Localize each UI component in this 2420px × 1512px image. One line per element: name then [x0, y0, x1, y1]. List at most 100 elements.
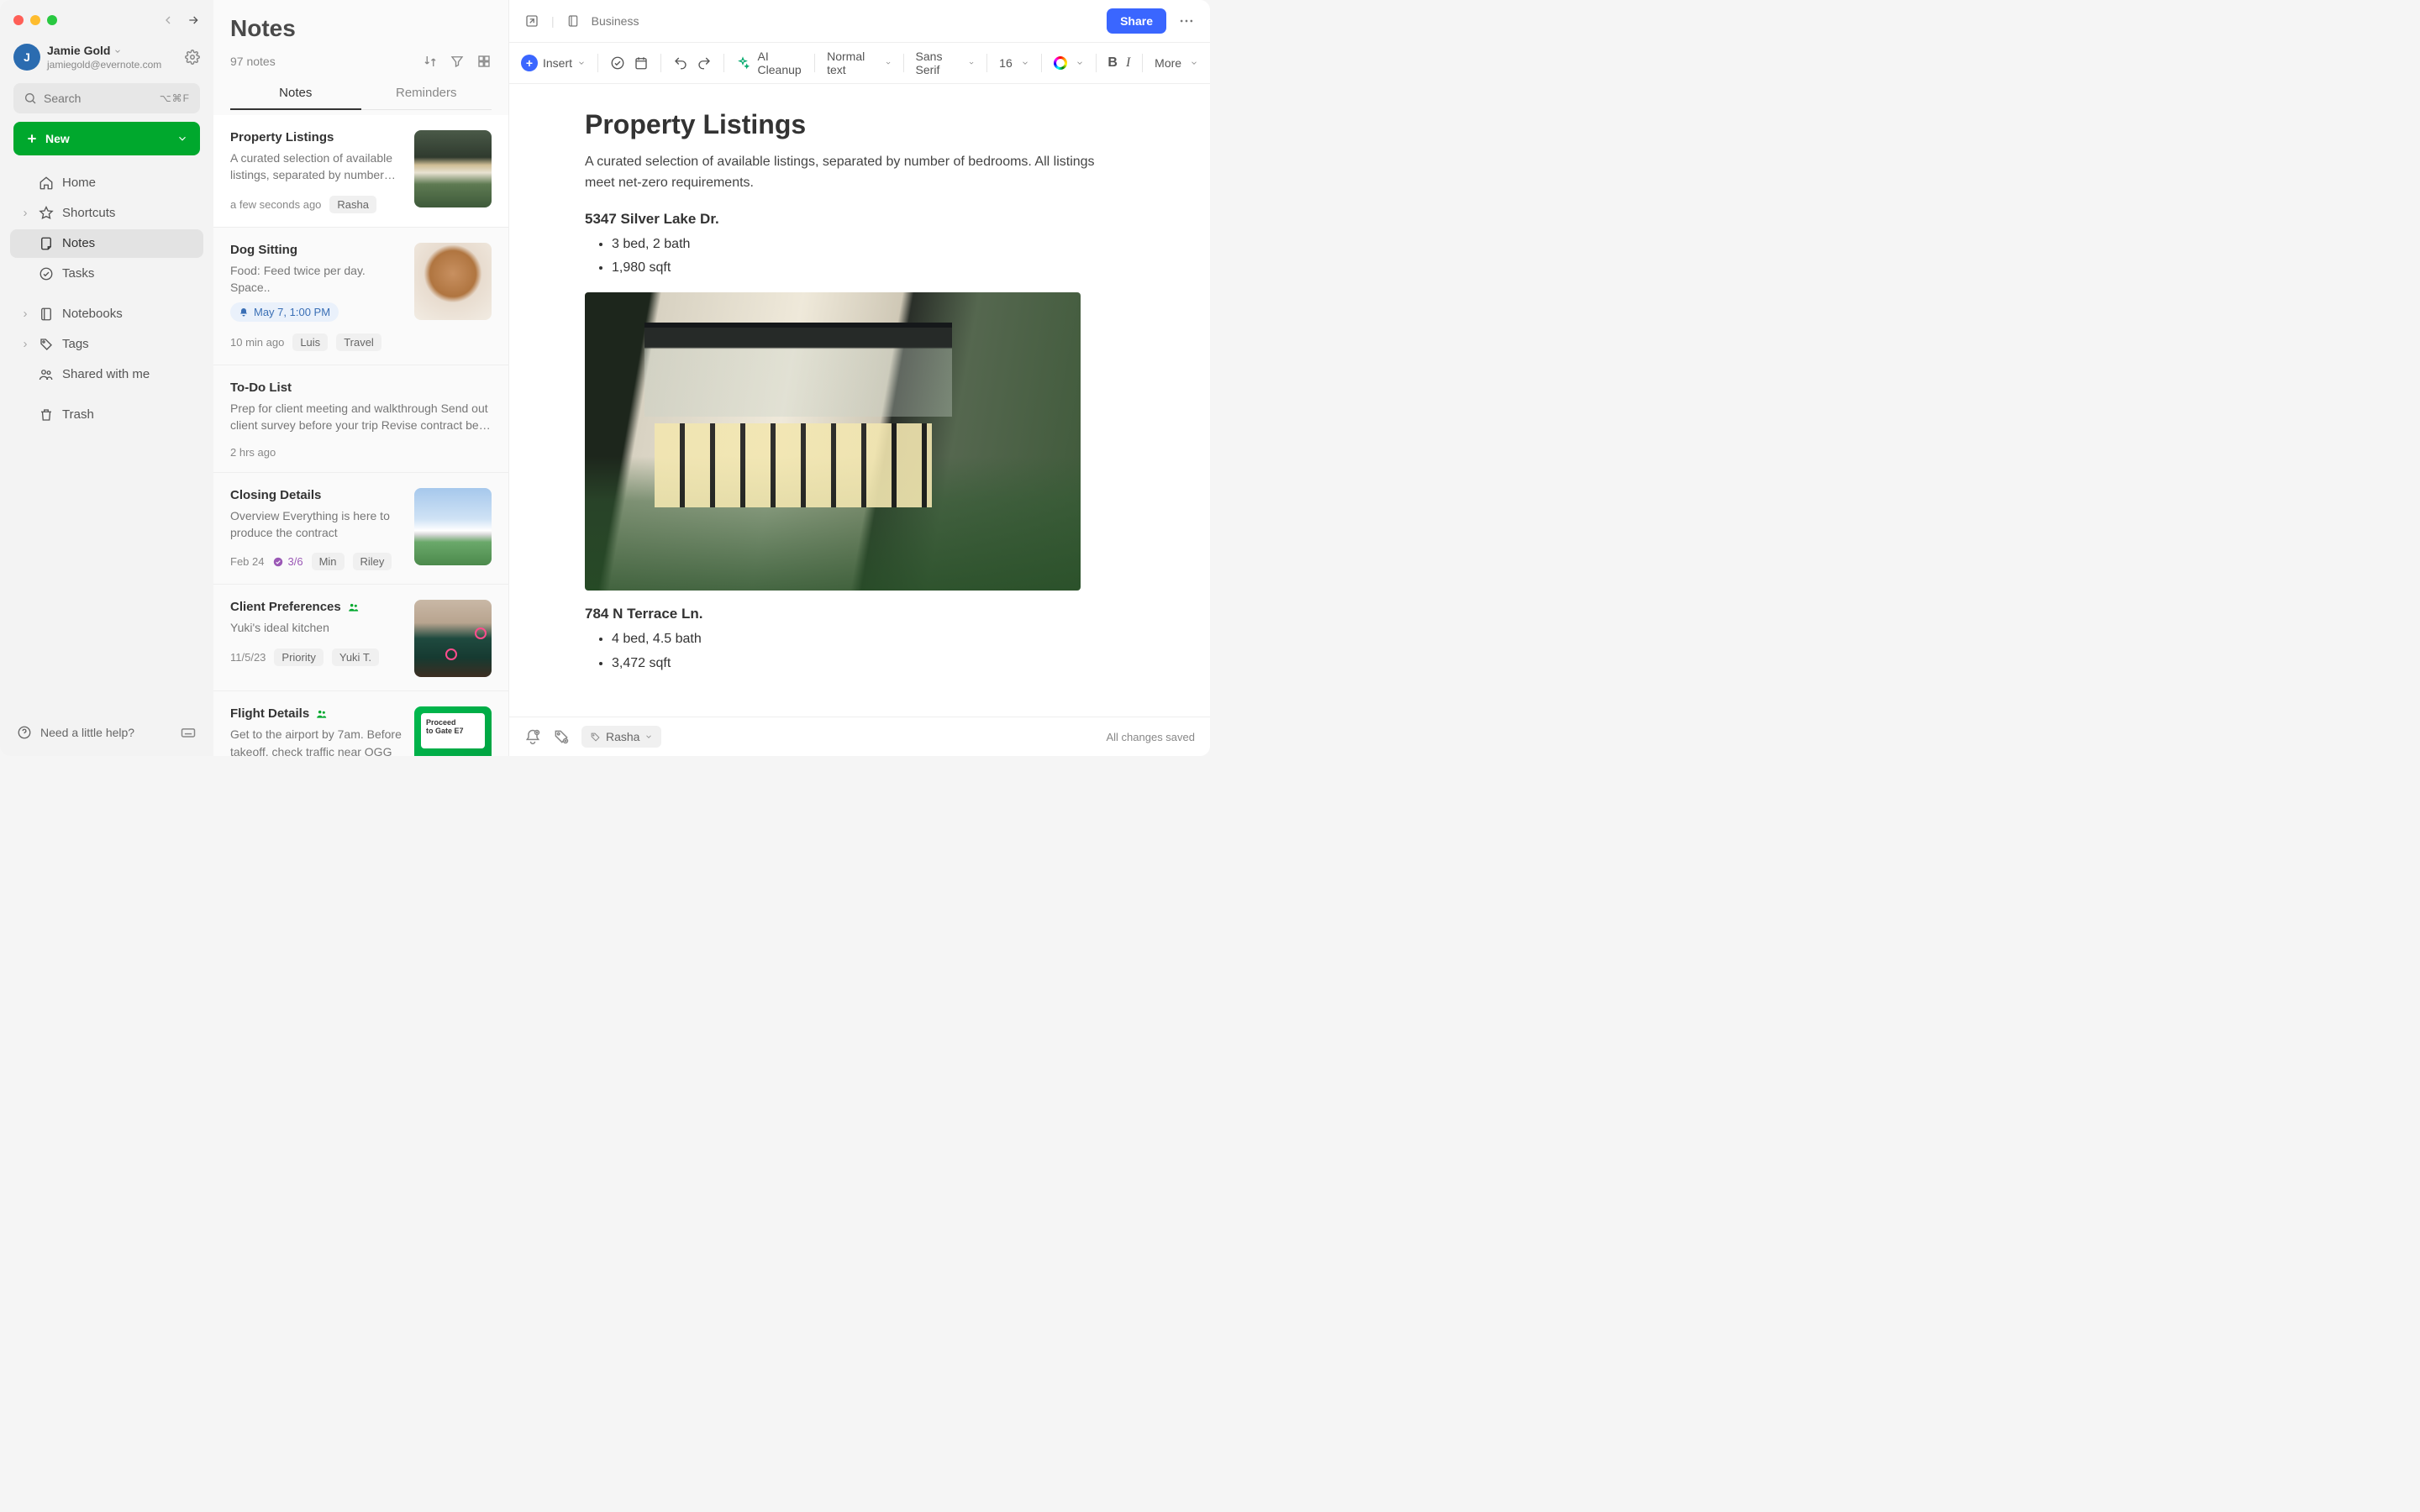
text-color-button[interactable] [1054, 56, 1084, 70]
save-status: All changes saved [1106, 731, 1195, 743]
tab-notes[interactable]: Notes [230, 77, 361, 110]
note-card[interactable]: Closing Details Overview Everything is h… [213, 473, 508, 585]
new-button[interactable]: New [13, 122, 200, 155]
expand-icon[interactable] [524, 13, 539, 29]
nav-shared[interactable]: Shared with me [10, 360, 203, 389]
keyboard-shortcuts-icon[interactable] [180, 724, 197, 741]
listing-detail[interactable]: 1,980 sqft [612, 256, 1134, 281]
note-task-progress[interactable]: 3/6 [272, 555, 302, 568]
nav-back-icon[interactable] [161, 13, 175, 27]
note-thumbnail [414, 488, 492, 565]
add-reminder-icon[interactable] [524, 728, 541, 745]
bold-button[interactable]: B [1107, 55, 1118, 71]
redo-icon[interactable] [697, 55, 712, 71]
share-button[interactable]: Share [1107, 8, 1166, 34]
undo-icon[interactable] [673, 55, 688, 71]
account-menu[interactable]: J Jamie Gold jamiegold@evernote.com [7, 40, 207, 83]
editor-header: | Business Share [509, 0, 1210, 43]
tab-reminders[interactable]: Reminders [361, 77, 492, 110]
chevron-down-icon [885, 59, 892, 67]
sidebar: J Jamie Gold jamiegold@evernote.com Sear… [0, 0, 213, 756]
insert-label: Insert [543, 56, 572, 70]
nav-label: Shared with me [62, 367, 150, 381]
editor-body[interactable]: Property Listings A curated selection of… [509, 84, 1210, 717]
view-options-icon[interactable] [476, 54, 492, 69]
notebook-icon [566, 14, 580, 28]
italic-button[interactable]: I [1126, 55, 1130, 71]
add-tag-icon[interactable] [553, 728, 570, 745]
settings-icon[interactable] [185, 50, 200, 65]
search-input[interactable]: Search ⌥⌘F [13, 83, 200, 113]
listing-address[interactable]: 5347 Silver Lake Dr. [585, 211, 1134, 228]
ai-cleanup-button[interactable]: AI Cleanup [736, 50, 803, 76]
notebook-name[interactable]: Business [592, 14, 639, 28]
note-card[interactable]: To-Do List Prep for client meeting and w… [213, 365, 508, 473]
listing-address[interactable]: 784 N Terrace Ln. [585, 606, 1134, 622]
nav-tags[interactable]: › Tags [10, 330, 203, 359]
note-tag[interactable]: Riley [353, 553, 392, 570]
tag-label: Rasha [606, 730, 639, 743]
nav-shortcuts[interactable]: › Shortcuts [10, 199, 203, 228]
nav-forward-icon[interactable] [187, 13, 200, 27]
disclosure-icon[interactable]: › [20, 206, 30, 220]
note-time: Feb 24 [230, 555, 264, 568]
document-title[interactable]: Property Listings [585, 109, 1134, 140]
nav-trash[interactable]: Trash [10, 401, 203, 429]
insert-button[interactable]: + Insert [521, 55, 586, 71]
notes-column: Notes 97 notes Notes Reminders Property … [213, 0, 509, 756]
search-placeholder: Search [44, 92, 81, 105]
task-icon[interactable] [610, 55, 625, 71]
ai-label: AI Cleanup [758, 50, 803, 76]
more-menu-icon[interactable] [1178, 13, 1195, 29]
notes-title: Notes [230, 15, 296, 42]
note-card[interactable]: Client Preferences Yuki's ideal kitchen … [213, 585, 508, 691]
tag-icon [39, 337, 54, 352]
filter-icon[interactable] [450, 54, 465, 69]
fullscreen-window-icon[interactable] [47, 15, 57, 25]
task-circle-icon [272, 556, 284, 568]
note-tag[interactable]: Rasha [329, 196, 376, 213]
document-intro[interactable]: A curated selection of available listing… [585, 152, 1123, 194]
nav-home[interactable]: Home [10, 169, 203, 197]
note-list[interactable]: Property Listings A curated selection of… [213, 115, 508, 756]
help-link[interactable]: Need a little help? [7, 716, 207, 749]
nav-tasks[interactable]: Tasks [10, 260, 203, 288]
editor-toolbar: + Insert AI Cleanup Normal text Sans [509, 43, 1210, 84]
note-card[interactable]: Dog Sitting Food: Feed twice per day. Sp… [213, 228, 508, 366]
nav-list: Home › Shortcuts Notes Tasks › Note [7, 169, 207, 429]
listing-detail[interactable]: 4 bed, 4.5 bath [612, 627, 1134, 652]
nav-notes[interactable]: Notes [10, 229, 203, 258]
note-title: Client Preferences [230, 600, 341, 614]
more-formatting-button[interactable]: More [1155, 56, 1198, 70]
font-size-select[interactable]: 16 [999, 56, 1029, 70]
calendar-icon[interactable] [634, 55, 649, 71]
reminder-text: May 7, 1:00 PM [254, 306, 330, 318]
font-family-select[interactable]: Sans Serif [916, 50, 976, 76]
note-tag[interactable]: Travel [336, 333, 381, 351]
listing-detail[interactable]: 3,472 sqft [612, 652, 1134, 676]
chevron-down-icon [1190, 59, 1198, 67]
note-card[interactable]: Flight Details Get to the airport by 7am… [213, 691, 508, 756]
note-tag[interactable]: Yuki T. [332, 648, 379, 666]
note-tag[interactable]: Priority [274, 648, 323, 666]
sort-icon[interactable] [423, 54, 438, 69]
nav-label: Trash [62, 407, 94, 422]
account-name: Jamie Gold [47, 44, 110, 59]
note-card[interactable]: Property Listings A curated selection of… [213, 115, 508, 228]
listing-image[interactable] [585, 292, 1081, 591]
note-excerpt: Food: Feed twice per day. Space.. [230, 262, 402, 297]
nav-notebooks[interactable]: › Notebooks [10, 300, 203, 328]
minimize-window-icon[interactable] [30, 15, 40, 25]
note-reminder[interactable]: May 7, 1:00 PM [230, 302, 339, 322]
paragraph-style-select[interactable]: Normal text [827, 50, 892, 76]
close-window-icon[interactable] [13, 15, 24, 25]
tag-icon [590, 732, 601, 743]
disclosure-icon[interactable]: › [20, 307, 30, 321]
note-tag[interactable]: Luis [292, 333, 328, 351]
listing-detail[interactable]: 3 bed, 2 bath [612, 233, 1134, 257]
disclosure-icon[interactable]: › [20, 337, 30, 351]
note-icon [39, 236, 54, 251]
note-tag[interactable]: Min [312, 553, 345, 570]
sparkle-icon [736, 56, 750, 70]
note-tag-chip[interactable]: Rasha [581, 726, 661, 748]
